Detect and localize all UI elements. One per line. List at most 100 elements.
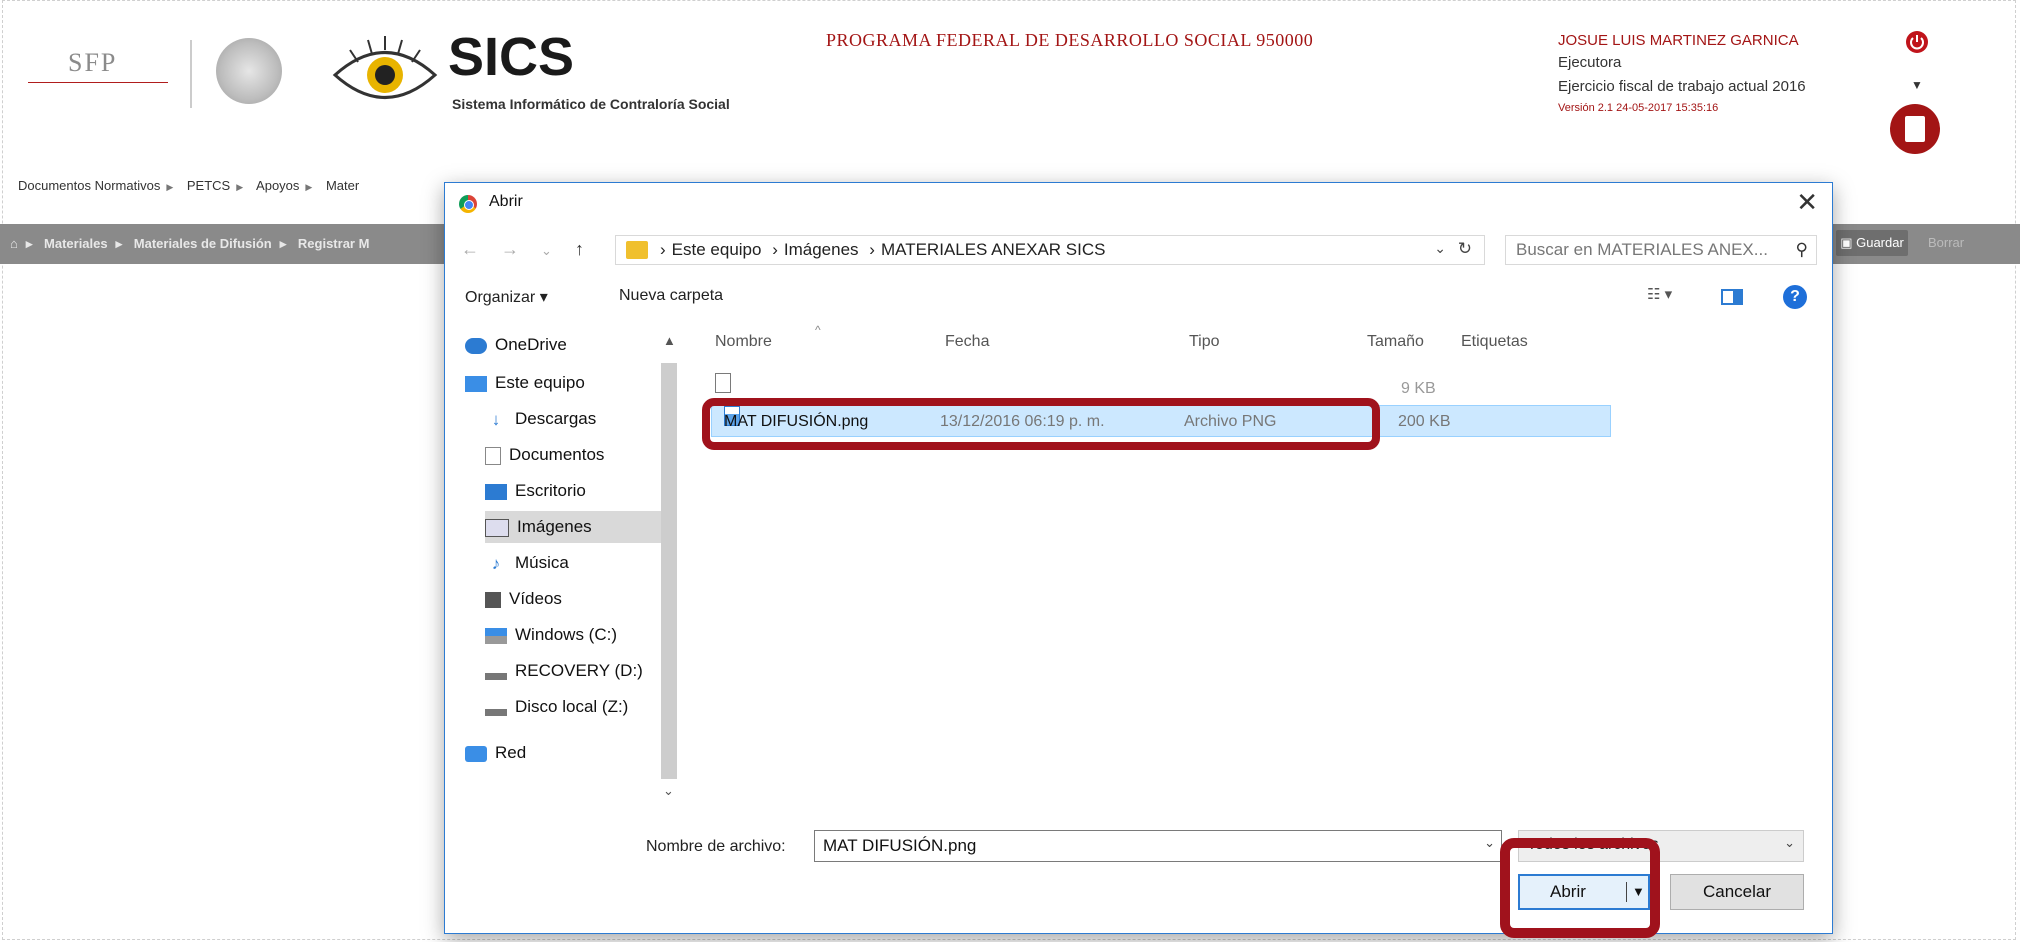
- annotation-highlight-open: [1500, 838, 1660, 938]
- column-header-etiquetas[interactable]: Etiquetas: [1461, 333, 1528, 351]
- network-icon: [465, 745, 487, 762]
- sidebar-item-red[interactable]: Red: [465, 737, 645, 769]
- main-nav: Documentos Normativos ▶ PETCS ▶ Apoyos ▶ Ma…: [18, 178, 360, 193]
- open-file-dialog: Abrir ✕ ← → ⌄ ↑ › Este equipo › Imágenes ›…: [444, 182, 1833, 934]
- sidebar-item-recovery-d[interactable]: RECOVERY (D:): [485, 655, 665, 687]
- sfp-logo: SFP: [28, 38, 168, 108]
- user-role: Ejecutora: [1558, 54, 1622, 71]
- column-header-tamano[interactable]: Tamaño: [1367, 333, 1424, 351]
- filetype-dropdown-icon[interactable]: ⌄: [1784, 835, 1795, 851]
- nav-item-petcs[interactable]: PETCS: [187, 178, 230, 193]
- delete-button[interactable]: Borrar: [1918, 230, 2018, 256]
- folder-icon: [626, 241, 648, 259]
- sidebar-label: OneDrive: [495, 335, 567, 354]
- search-input[interactable]: Buscar en MATERIALES ANEX... ⚲: [1505, 235, 1817, 265]
- drive-icon: [485, 699, 507, 716]
- logo-divider: [190, 40, 192, 108]
- new-folder-button[interactable]: Nueva carpeta: [619, 287, 723, 305]
- breadcrumb-item[interactable]: Registrar M: [298, 236, 370, 251]
- nav-item-apoyos[interactable]: Apoyos: [256, 178, 299, 193]
- sidebar-item-imagenes[interactable]: Imágenes: [485, 511, 665, 543]
- sidebar-item-videos[interactable]: Vídeos: [485, 583, 665, 615]
- column-header-nombre[interactable]: Nombre: [715, 333, 772, 351]
- breadcrumb-item[interactable]: Materiales de Difusión: [134, 236, 272, 251]
- navigation-scrollbar[interactable]: ▲ ⌄: [659, 333, 679, 803]
- recent-dropdown-icon[interactable]: ⌄: [541, 243, 552, 259]
- cancel-button[interactable]: Cancelar: [1670, 874, 1804, 910]
- dialog-toolbar: Organizar ▾ Nueva carpeta ☷ ▾ ?: [445, 283, 1832, 313]
- up-arrow-icon[interactable]: ↑: [575, 239, 584, 260]
- fiscal-year: Ejercicio fiscal de trabajo actual 2016: [1558, 78, 1806, 95]
- download-icon: ↓: [491, 409, 501, 429]
- app-name: SICS: [448, 27, 575, 87]
- close-icon[interactable]: ✕: [1796, 187, 1818, 218]
- file-icon: [715, 373, 731, 393]
- save-button-label: Guardar: [1856, 235, 1904, 250]
- pictures-icon: [485, 518, 509, 537]
- sidebar-item-musica[interactable]: ♪ Música: [485, 547, 665, 579]
- sidebar-item-descargas[interactable]: ↓ Descargas: [485, 403, 665, 435]
- drive-icon: [485, 663, 507, 680]
- home-icon[interactable]: ⌂: [10, 236, 18, 251]
- delete-button-label: Borrar: [1928, 235, 1965, 250]
- view-options-icon[interactable]: ☷ ▾: [1647, 285, 1672, 303]
- sidebar-label: Imágenes: [517, 517, 592, 536]
- path-segment[interactable]: Este equipo: [672, 240, 762, 259]
- filename-label: Nombre de archivo:: [646, 838, 786, 855]
- search-placeholder: Buscar en MATERIALES ANEX...: [1516, 240, 1768, 259]
- filename-dropdown-icon[interactable]: ⌄: [1484, 835, 1495, 851]
- sidebar-item-disco-local-z[interactable]: Disco local (Z:): [485, 691, 665, 723]
- sidebar-label: Vídeos: [509, 589, 562, 608]
- sidebar-label: Disco local (Z:): [515, 697, 629, 716]
- sidebar-label: Escritorio: [515, 481, 586, 500]
- preview-pane-icon[interactable]: [1721, 289, 1743, 305]
- sidebar-item-escritorio[interactable]: Escritorio: [485, 475, 665, 507]
- organize-button[interactable]: Organizar ▾: [465, 287, 548, 307]
- forward-arrow-icon[interactable]: →: [501, 239, 519, 260]
- navigation-pane: OneDrive Este equipo ↓ Descargas Document…: [455, 329, 665, 799]
- sidebar-label: RECOVERY (D:): [515, 661, 643, 680]
- sidebar-label: Música: [515, 553, 569, 572]
- user-menu-caret-icon[interactable]: ▼: [1911, 78, 1923, 92]
- user-name: JOSUE LUIS MARTINEZ GARNICA: [1558, 32, 1799, 49]
- breadcrumb: ⌂ ▸ Materiales ▸ Materiales de Difusión ▸ R…: [10, 236, 370, 251]
- desktop-icon: [485, 483, 507, 500]
- manual-pdf-icon[interactable]: [1890, 104, 1940, 154]
- refresh-icon[interactable]: ↻: [1458, 239, 1472, 259]
- document-icon: [485, 446, 501, 465]
- column-header-fecha[interactable]: Fecha: [945, 333, 989, 351]
- sidebar-item-documentos[interactable]: Documentos: [485, 439, 665, 471]
- sfp-logo-text: SFP: [68, 48, 118, 77]
- column-header-tipo[interactable]: Tipo: [1189, 333, 1220, 351]
- help-icon[interactable]: ?: [1783, 285, 1807, 309]
- dialog-navigation: ← → ⌄ ↑ › Este equipo › Imágenes › MATERIAL…: [445, 233, 1832, 269]
- scrollbar-thumb[interactable]: [661, 363, 677, 779]
- national-seal-logo: [216, 38, 282, 104]
- nav-item-documentos[interactable]: Documentos Normativos: [18, 178, 160, 193]
- sidebar-item-este-equipo[interactable]: Este equipo: [465, 367, 645, 399]
- nav-item-materiales[interactable]: Mater: [326, 178, 359, 193]
- path-segment[interactable]: Imágenes: [784, 240, 859, 259]
- sidebar-label: Windows (C:): [515, 625, 618, 644]
- back-arrow-icon[interactable]: ←: [461, 239, 479, 260]
- scroll-up-icon[interactable]: ▲: [663, 333, 676, 348]
- annotation-highlight-file: [702, 398, 1380, 450]
- breadcrumb-item[interactable]: Materiales: [44, 236, 108, 251]
- scroll-down-icon[interactable]: ⌄: [663, 783, 674, 799]
- sidebar-label: Descargas: [515, 409, 597, 428]
- sidebar-item-onedrive[interactable]: OneDrive: [465, 329, 645, 361]
- app-subtitle: Sistema Informático de Contraloría Socia…: [452, 96, 730, 112]
- address-dropdown-icon[interactable]: ⌄: [1434, 240, 1446, 257]
- filename-input[interactable]: MAT DIFUSIÓN.png ⌄: [814, 830, 1502, 862]
- address-bar[interactable]: › Este equipo › Imágenes › MATERIALES ANEXA…: [615, 235, 1485, 265]
- music-icon: ♪: [491, 553, 501, 573]
- cloud-icon: [465, 337, 487, 354]
- sidebar-label: Este equipo: [495, 373, 585, 392]
- sidebar-item-windows-c[interactable]: Windows (C:): [485, 619, 665, 651]
- power-icon[interactable]: [1905, 30, 1929, 54]
- video-icon: [485, 591, 501, 608]
- cancel-button-label: Cancelar: [1702, 882, 1772, 901]
- path-segment[interactable]: MATERIALES ANEXAR SICS: [881, 240, 1106, 259]
- save-button[interactable]: ▣ Guardar: [1836, 230, 1908, 256]
- file-size: 9 KB: [1401, 380, 1436, 397]
